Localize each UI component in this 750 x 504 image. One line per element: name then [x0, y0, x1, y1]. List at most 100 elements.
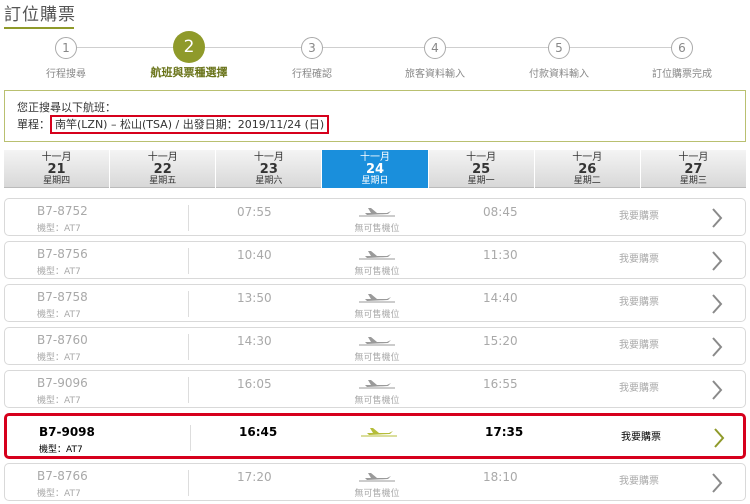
date-tab-26[interactable]: 十一月 26 星期二: [534, 150, 640, 188]
departure-date: 2019/11/24 (日): [237, 118, 325, 131]
plane-icon: [359, 380, 395, 389]
arrival-time: 11:30: [483, 248, 518, 262]
aircraft-type: 機型：AT7: [37, 353, 81, 363]
flight-list: B7-8752 機型：AT7 07:55 無可售機位 08:45 我要購票 B7…: [4, 198, 746, 504]
arrival-time: 15:20: [483, 334, 518, 348]
chevron-right-icon[interactable]: [710, 334, 724, 360]
plane-icon: [359, 251, 395, 260]
date-tab-23[interactable]: 十一月 23 星期六: [216, 150, 322, 188]
departure-time: 16:05: [237, 377, 272, 391]
arrival-time: 08:45: [483, 205, 518, 219]
step-number: 5: [548, 37, 570, 59]
aircraft-type: 機型：AT7: [37, 310, 81, 320]
row-divider: [188, 334, 189, 360]
flight-number: B7-8758: [37, 290, 88, 304]
date-tab-weekday: 星期一: [467, 176, 495, 186]
step-number: 6: [671, 37, 693, 59]
date-tab-22[interactable]: 十一月 22 星期五: [110, 150, 216, 188]
step-3: 3 行程確認: [250, 34, 374, 80]
date-tab-weekday: 星期四: [43, 176, 71, 186]
flight-number: B7-8752: [37, 204, 88, 218]
departure-time: 14:30: [237, 334, 272, 348]
buy-ticket-link[interactable]: 我要購票: [619, 250, 659, 265]
departure-time: 13:50: [237, 291, 272, 305]
chevron-right-icon[interactable]: [710, 470, 724, 496]
plane-icon: [359, 208, 395, 217]
aircraft-type: 機型：AT7: [37, 267, 81, 277]
date-tab-day: 25: [472, 162, 491, 177]
date-tab-weekday: 星期三: [679, 176, 707, 186]
buy-ticket-link[interactable]: 我要購票: [619, 293, 659, 308]
step-label: 行程搜尋: [46, 69, 86, 80]
plane-icon: [359, 294, 395, 303]
date-tab-day: 24: [365, 162, 385, 177]
flight-row-b7-9098-selected[interactable]: B7-9098 機型：AT7 16:45 17:35 我要購票: [4, 413, 746, 459]
buy-ticket-link[interactable]: 我要購票: [621, 428, 661, 443]
departure-time: 10:40: [237, 248, 272, 262]
step-number: 2: [173, 31, 205, 63]
flight-row-b7-8766[interactable]: B7-8766 機型：AT7 17:20 無可售機位 18:10 我要購票: [4, 463, 746, 501]
date-tab-day: 27: [684, 162, 703, 177]
trip-type-label: 單程：: [17, 118, 50, 131]
flight-row-b7-8752[interactable]: B7-8752 機型：AT7 07:55 無可售機位 08:45 我要購票: [4, 198, 746, 236]
date-tab-weekday: 星期日: [361, 176, 389, 186]
title-underline: [4, 27, 74, 29]
step-number: 4: [424, 37, 446, 59]
booking-page: 訂位購票 1 行程搜尋 2 航班與票種選擇 3 行程確認 4 旅客資料輸入 5 …: [0, 0, 750, 504]
date-tab-day: 23: [259, 162, 278, 177]
departure-time: 07:55: [237, 205, 272, 219]
flight-row-b7-8760[interactable]: B7-8760 機型：AT7 14:30 無可售機位 15:20 我要購票: [4, 327, 746, 365]
search-summary: 您正搜尋以下航班： 單程： 南竿(LZN) – 松山(TSA) / 出發日期：20…: [4, 90, 746, 142]
step-label: 旅客資料輸入: [405, 69, 465, 80]
date-tab-day: 22: [153, 162, 172, 177]
buy-ticket-link[interactable]: 我要購票: [619, 472, 659, 487]
buy-ticket-link[interactable]: 我要購票: [619, 207, 659, 222]
date-tab-21[interactable]: 十一月 21 星期四: [4, 150, 110, 188]
search-highlight: 南竿(LZN) – 松山(TSA) / 出發日期：2019/11/24 (日): [50, 115, 330, 134]
step-label: 行程確認: [292, 69, 332, 80]
date-label: 出發日期：: [182, 118, 238, 131]
divider: /: [175, 118, 180, 131]
flight-row-b7-8758[interactable]: B7-8758 機型：AT7 13:50 無可售機位 14:40 我要購票: [4, 284, 746, 322]
step-number: 3: [301, 37, 323, 59]
plane-icon: [359, 473, 395, 482]
buy-ticket-link[interactable]: 我要購票: [619, 379, 659, 394]
date-tab-24-selected[interactable]: 十一月 24 星期日: [322, 150, 428, 188]
flight-row-b7-9096[interactable]: B7-9096 機型：AT7 16:05 無可售機位 16:55 我要購票: [4, 370, 746, 408]
plane-icon: [359, 337, 395, 346]
arrival-time: 18:10: [483, 470, 518, 484]
date-tab-27[interactable]: 十一月 27 星期三: [640, 150, 746, 188]
arrival-time: 14:40: [483, 291, 518, 305]
buy-ticket-link[interactable]: 我要購票: [619, 336, 659, 351]
search-intro: 您正搜尋以下航班：: [17, 101, 116, 114]
chevron-right-icon[interactable]: [710, 205, 724, 231]
row-divider: [188, 205, 189, 231]
chevron-right-icon[interactable]: [710, 248, 724, 274]
seat-status: 無可售機位: [354, 353, 400, 363]
step-label: 付款資料輸入: [529, 69, 589, 80]
chevron-right-icon[interactable]: [710, 291, 724, 317]
seat-status: 無可售機位: [354, 267, 400, 277]
date-tab-weekday: 星期二: [573, 176, 601, 186]
flight-row-b7-8756[interactable]: B7-8756 機型：AT7 10:40 無可售機位 11:30 我要購票: [4, 241, 746, 279]
row-divider: [188, 248, 189, 274]
row-divider: [188, 291, 189, 317]
step-1: 1 行程搜尋: [4, 34, 128, 80]
aircraft-type: 機型：AT7: [37, 489, 81, 499]
date-tab-weekday: 星期五: [149, 176, 177, 186]
date-tab-day: 26: [578, 162, 597, 177]
progress-steps: 1 行程搜尋 2 航班與票種選擇 3 行程確認 4 旅客資料輸入 5 付款資料輸…: [0, 31, 750, 84]
date-tabs: 十一月 21 星期四 十一月 22 星期五 十一月 23 星期六 十一月 24 …: [4, 150, 746, 188]
flight-number: B7-8756: [37, 247, 88, 261]
chevron-right-icon[interactable]: [710, 377, 724, 403]
step-2-active: 2 航班與票種選擇: [127, 31, 251, 80]
flight-number: B7-8760: [37, 333, 88, 347]
chevron-right-icon[interactable]: [712, 425, 726, 451]
row-divider: [188, 470, 189, 496]
aircraft-type: 機型：AT7: [39, 445, 83, 455]
aircraft-type: 機型：AT7: [37, 224, 81, 234]
seat-status: 無可售機位: [354, 224, 400, 234]
route: 南竿(LZN) – 松山(TSA): [55, 118, 172, 131]
departure-time: 17:20: [237, 470, 272, 484]
date-tab-25[interactable]: 十一月 25 星期一: [428, 150, 534, 188]
